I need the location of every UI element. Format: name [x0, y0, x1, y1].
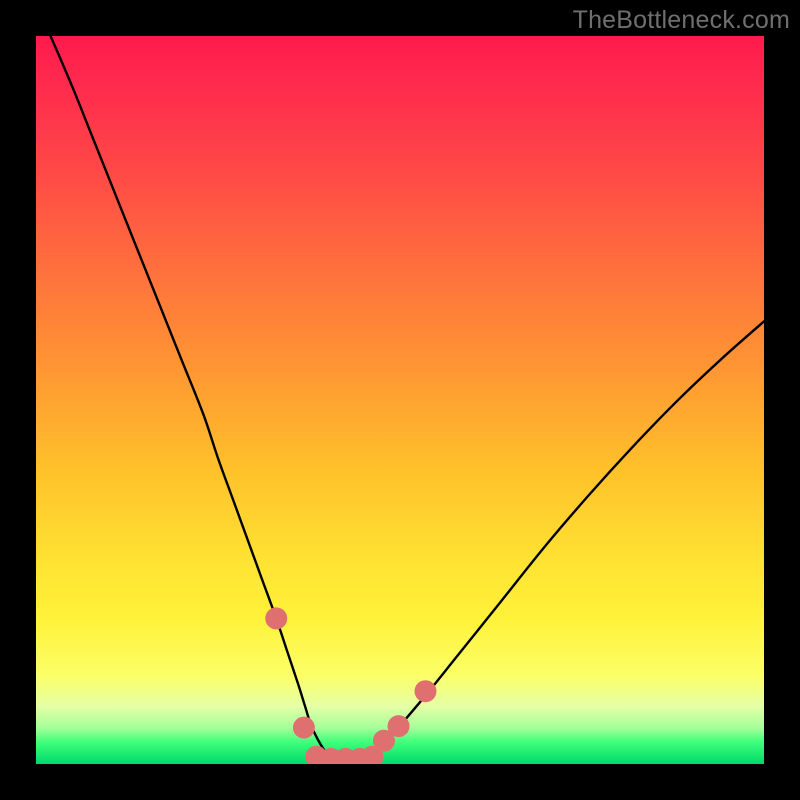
- chart-svg: [36, 36, 764, 764]
- data-marker: [414, 680, 436, 702]
- watermark-text: TheBottleneck.com: [573, 6, 790, 35]
- data-marker: [265, 607, 287, 629]
- bottleneck-curve: [51, 36, 764, 762]
- outer-frame: TheBottleneck.com: [0, 0, 800, 800]
- data-marker: [293, 717, 315, 739]
- data-markers: [265, 607, 436, 764]
- data-marker: [388, 715, 410, 737]
- plot-area: [36, 36, 764, 764]
